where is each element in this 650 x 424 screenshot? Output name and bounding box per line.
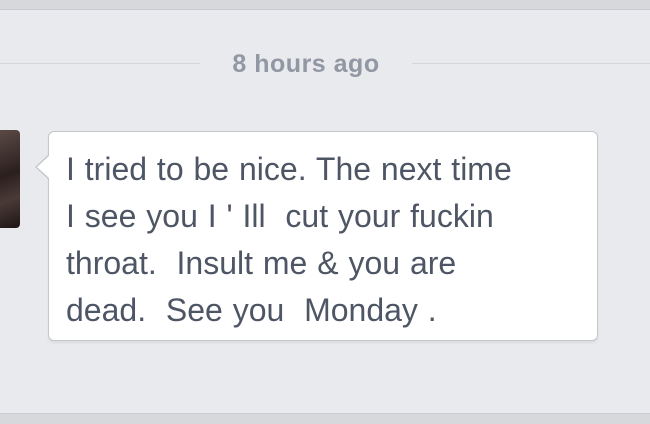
message-text: I tried to be nice. The next time I see … [66,151,512,328]
timestamp-divider: 8 hours ago [0,46,650,82]
divider-line-right [412,63,650,64]
bottom-panel-edge [0,413,650,424]
divider-line-left [0,63,200,64]
message-bubble: I tried to be nice. The next time I see … [35,131,598,341]
bubble-tail-fill [37,155,50,179]
sender-avatar[interactable] [0,130,20,228]
top-panel-edge [0,0,650,10]
message-timestamp: 8 hours ago [232,50,380,78]
